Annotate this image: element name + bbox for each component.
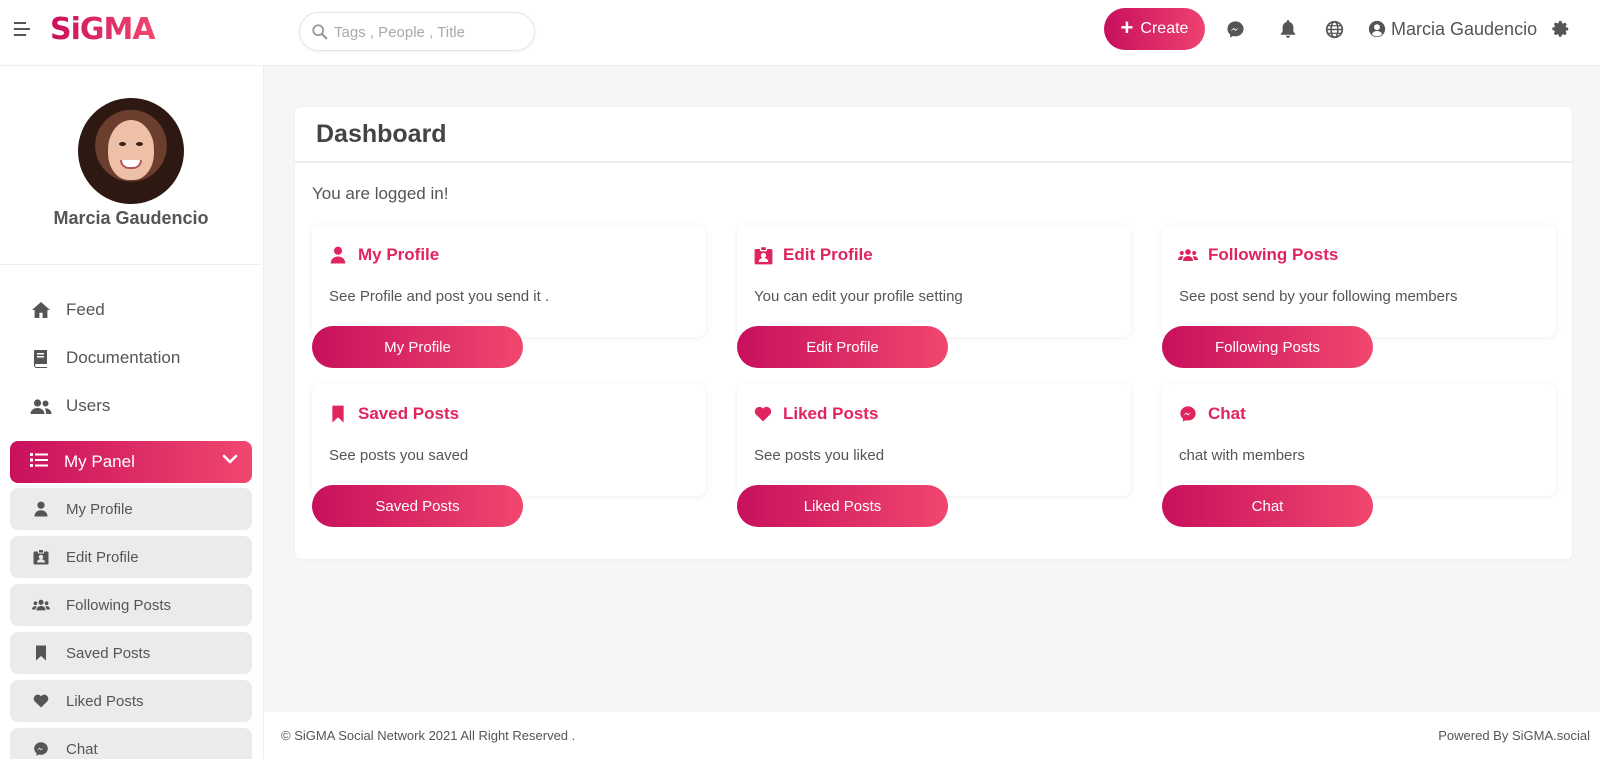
tile-title: Edit Profile xyxy=(753,245,873,265)
create-button[interactable]: + Create xyxy=(1104,8,1205,50)
logo[interactable]: SiGMA xyxy=(50,12,156,47)
tile-edit-profile: Edit Profile You can edit your profile s… xyxy=(737,225,1131,337)
sidebar-subitem-label: Edit Profile xyxy=(66,548,139,566)
user-icon xyxy=(32,500,50,518)
sidebar-subitem-label: Following Posts xyxy=(66,596,172,614)
footer-powered-by[interactable]: Powered By SiGMA.social xyxy=(1438,728,1590,743)
sidebar-subitem-label: My Profile xyxy=(66,500,133,518)
tile-liked-posts: Liked Posts See posts you liked xyxy=(737,384,1131,496)
sidebar-divider xyxy=(0,264,262,265)
globe-icon[interactable] xyxy=(1324,19,1344,39)
sidebar-item-documentation[interactable]: Documentation xyxy=(30,344,180,372)
tile-title: Following Posts xyxy=(1178,245,1338,265)
messenger-icon xyxy=(32,740,50,758)
dashboard-card: Dashboard You are logged in! My Profile … xyxy=(295,107,1572,559)
bookmark-icon xyxy=(328,404,348,424)
chat-button[interactable]: Chat xyxy=(1162,485,1373,527)
list-icon xyxy=(30,452,48,473)
tile-description: See posts you saved xyxy=(329,447,469,464)
messenger-icon xyxy=(1178,404,1198,424)
tile-title-label: Liked Posts xyxy=(783,404,879,423)
tile-title-label: Chat xyxy=(1208,404,1246,423)
tile-title: Saved Posts xyxy=(328,404,459,424)
users-icon xyxy=(30,395,52,417)
heart-icon xyxy=(753,404,773,424)
menu-toggle-icon[interactable] xyxy=(14,22,32,40)
sidebar-subitem-my-profile[interactable]: My Profile xyxy=(10,488,252,530)
sidebar-item-users[interactable]: Users xyxy=(30,392,110,420)
messenger-icon[interactable] xyxy=(1225,19,1245,39)
liked-posts-button[interactable]: Liked Posts xyxy=(737,485,948,527)
sidebar-subitem-chat[interactable]: Chat xyxy=(10,728,252,759)
user-circle-icon xyxy=(1368,20,1386,38)
tile-description: You can edit your profile setting xyxy=(754,288,963,305)
avatar-eye xyxy=(136,142,143,146)
sidebar-item-label: Users xyxy=(66,396,111,415)
sidebar-subitem-saved-posts[interactable]: Saved Posts xyxy=(10,632,252,674)
tile-description: chat with members xyxy=(1179,447,1305,464)
avatar-eye xyxy=(119,142,126,146)
tile-description: See post send by your following members xyxy=(1179,288,1458,305)
sidebar-subitem-label: Liked Posts xyxy=(66,692,144,710)
users-group-icon xyxy=(32,596,50,614)
page-title: Dashboard xyxy=(316,119,447,148)
footer-copyright: © SiGMA Social Network 2021 All Right Re… xyxy=(281,728,576,743)
bell-icon[interactable] xyxy=(1278,19,1298,39)
top-navbar: SiGMA + Create Marcia Gaudencio xyxy=(0,0,1600,66)
tile-title-label: Saved Posts xyxy=(358,404,460,423)
avatar-face xyxy=(108,120,154,180)
sidebar-subitem-label: Saved Posts xyxy=(66,644,151,662)
users-group-icon xyxy=(1178,245,1198,265)
gear-icon[interactable] xyxy=(1551,19,1571,39)
my-profile-button[interactable]: My Profile xyxy=(312,326,523,368)
chevron-down-icon xyxy=(222,454,238,464)
saved-posts-button[interactable]: Saved Posts xyxy=(312,485,523,527)
book-icon xyxy=(30,347,52,369)
plus-icon: + xyxy=(1120,15,1134,40)
footer: © SiGMA Social Network 2021 All Right Re… xyxy=(264,712,1600,759)
search-icon xyxy=(312,24,328,40)
sidebar-item-feed[interactable]: Feed xyxy=(30,296,105,324)
tile-saved-posts: Saved Posts See posts you saved xyxy=(312,384,706,496)
tile-title-label: Following Posts xyxy=(1208,245,1339,264)
sidebar-subitem-liked-posts[interactable]: Liked Posts xyxy=(10,680,252,722)
sidebar-item-my-panel[interactable]: My Panel xyxy=(10,441,252,483)
sidebar-subitem-label: Chat xyxy=(66,740,98,758)
user-icon xyxy=(328,245,348,265)
search-box xyxy=(299,12,535,51)
login-status: You are logged in! xyxy=(312,184,449,203)
sidebar-subitem-following-posts[interactable]: Following Posts xyxy=(10,584,252,626)
tile-title: Liked Posts xyxy=(753,404,878,424)
sidebar-item-label: Feed xyxy=(66,300,105,319)
tile-following-posts: Following Posts See post send by your fo… xyxy=(1162,225,1556,337)
following-posts-button[interactable]: Following Posts xyxy=(1162,326,1373,368)
avatar[interactable] xyxy=(78,98,184,204)
bookmark-icon xyxy=(32,644,50,662)
tile-description: See Profile and post you send it . xyxy=(329,288,550,305)
heart-icon xyxy=(32,692,50,710)
tile-title: Chat xyxy=(1178,404,1246,424)
tile-chat: Chat chat with members xyxy=(1162,384,1556,496)
home-icon xyxy=(30,299,52,321)
search-input[interactable] xyxy=(334,21,524,43)
id-badge-icon xyxy=(32,548,50,566)
tile-title-label: My Profile xyxy=(358,245,440,264)
edit-profile-button[interactable]: Edit Profile xyxy=(737,326,948,368)
sidebar-user-name[interactable]: Marcia Gaudencio xyxy=(0,208,262,229)
id-badge-icon xyxy=(753,245,773,265)
sidebar-item-label: Documentation xyxy=(66,348,181,367)
sidebar-subitem-edit-profile[interactable]: Edit Profile xyxy=(10,536,252,578)
tile-description: See posts you liked xyxy=(754,447,885,464)
create-button-label: Create xyxy=(1140,20,1189,37)
tile-title-label: Edit Profile xyxy=(783,245,873,264)
tile-my-profile: My Profile See Profile and post you send… xyxy=(312,225,706,337)
panel-label: My Panel xyxy=(64,452,135,471)
dashboard-header: Dashboard xyxy=(295,107,1572,163)
tile-title: My Profile xyxy=(328,245,439,265)
user-menu-name: Marcia Gaudencio xyxy=(1391,18,1538,39)
sidebar: Marcia Gaudencio Feed Documentation User… xyxy=(0,66,264,759)
user-menu[interactable]: Marcia Gaudencio xyxy=(1368,17,1537,41)
